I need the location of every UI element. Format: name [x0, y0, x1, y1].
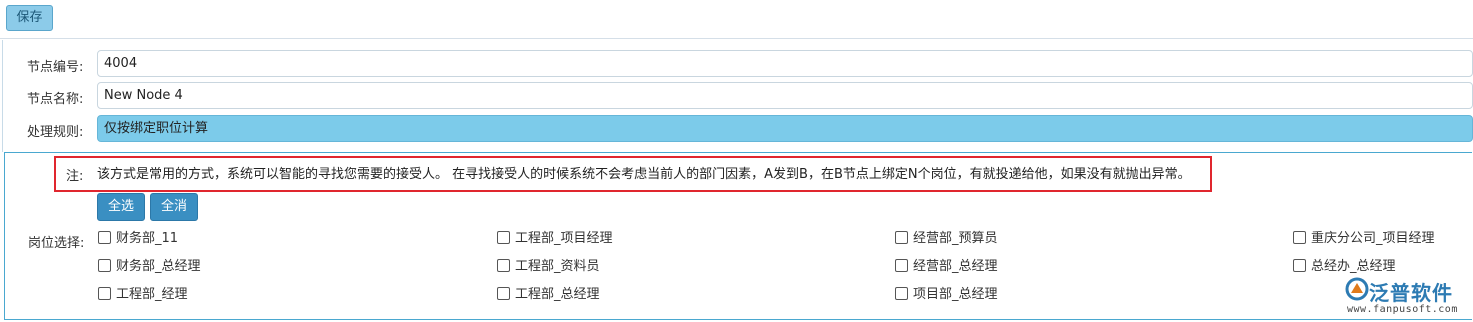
post-checkbox-label: 重庆分公司_项目经理	[1311, 231, 1435, 246]
save-button[interactable]: 保存	[6, 5, 53, 31]
logo-brand: 泛普软件	[1369, 281, 1453, 305]
checkbox[interactable]	[98, 287, 111, 300]
post-checkbox-label: 工程部_总经理	[515, 287, 600, 302]
post-checkbox-label: 财务部_总经理	[116, 259, 201, 274]
rule-row: 处理规则: 仅按绑定职位计算	[3, 115, 1473, 143]
post-checkbox-item[interactable]: 项目部_总经理	[895, 286, 998, 304]
post-checkbox-label: 工程部_资料员	[515, 259, 600, 274]
checkbox[interactable]	[497, 287, 510, 300]
select-all-button[interactable]: 全选	[97, 193, 145, 221]
post-checkbox-item[interactable]: 经营部_预算员	[895, 230, 998, 248]
checkbox[interactable]	[1293, 231, 1306, 244]
logo-url: www.fanpusoft.com	[1347, 304, 1458, 315]
node-name-label: 节点名称:	[27, 92, 84, 107]
post-checkbox-item[interactable]: 财务部_11	[98, 230, 178, 248]
checkbox[interactable]	[895, 231, 908, 244]
rule-select[interactable]: 仅按绑定职位计算	[97, 115, 1473, 142]
node-id-input[interactable]: 4004	[97, 50, 1473, 77]
checkbox[interactable]	[98, 231, 111, 244]
checkbox[interactable]	[1293, 259, 1306, 272]
checkbox[interactable]	[895, 259, 908, 272]
note-label: 注:	[66, 169, 84, 184]
node-id-row: 节点编号: 4004	[3, 50, 1473, 78]
post-checkbox-label: 经营部_总经理	[913, 259, 998, 274]
rule-label: 处理规则:	[27, 125, 84, 140]
checkbox[interactable]	[895, 287, 908, 300]
checkbox[interactable]	[497, 231, 510, 244]
logo-icon	[1345, 277, 1369, 301]
post-checkbox-label: 财务部_11	[116, 231, 179, 246]
post-checkbox-label: 经营部_预算员	[913, 231, 998, 246]
node-id-label: 节点编号:	[27, 60, 84, 75]
deselect-all-button[interactable]: 全消	[150, 193, 198, 221]
node-form: 节点编号: 4004 节点名称: New Node 4 处理规则: 仅按绑定职位…	[2, 40, 1473, 152]
post-checkbox-item[interactable]: 工程部_总经理	[497, 286, 600, 304]
post-checkbox-item[interactable]: 工程部_项目经理	[497, 230, 613, 248]
post-selection-label: 岗位选择:	[28, 236, 85, 251]
note-text: 该方式是常用的方式，系统可以智能的寻找您需要的接受人。 在寻找接受人的时候系统不…	[97, 167, 1191, 182]
node-name-row: 节点名称: New Node 4	[3, 82, 1473, 110]
post-checkbox-label: 工程部_经理	[116, 287, 188, 302]
checkbox[interactable]	[98, 259, 111, 272]
checkbox[interactable]	[497, 259, 510, 272]
post-checkbox-label: 项目部_总经理	[913, 287, 998, 302]
post-checkbox-label: 总经办_总经理	[1311, 259, 1396, 274]
post-checkbox-item[interactable]: 工程部_资料员	[497, 258, 600, 276]
post-checkbox-item[interactable]: 重庆分公司_项目经理	[1293, 230, 1435, 248]
post-checkbox-item[interactable]: 财务部_总经理	[98, 258, 201, 276]
logo: 泛普软件 www.fanpusoft.com	[1345, 275, 1470, 319]
toolbar: 保存	[0, 0, 1473, 39]
post-checkbox-label: 工程部_项目经理	[515, 231, 613, 246]
post-checkbox-item[interactable]: 经营部_总经理	[895, 258, 998, 276]
node-name-input[interactable]: New Node 4	[97, 82, 1473, 109]
post-checkbox-item[interactable]: 总经办_总经理	[1293, 258, 1396, 276]
post-checkbox-item[interactable]: 工程部_经理	[98, 286, 188, 304]
